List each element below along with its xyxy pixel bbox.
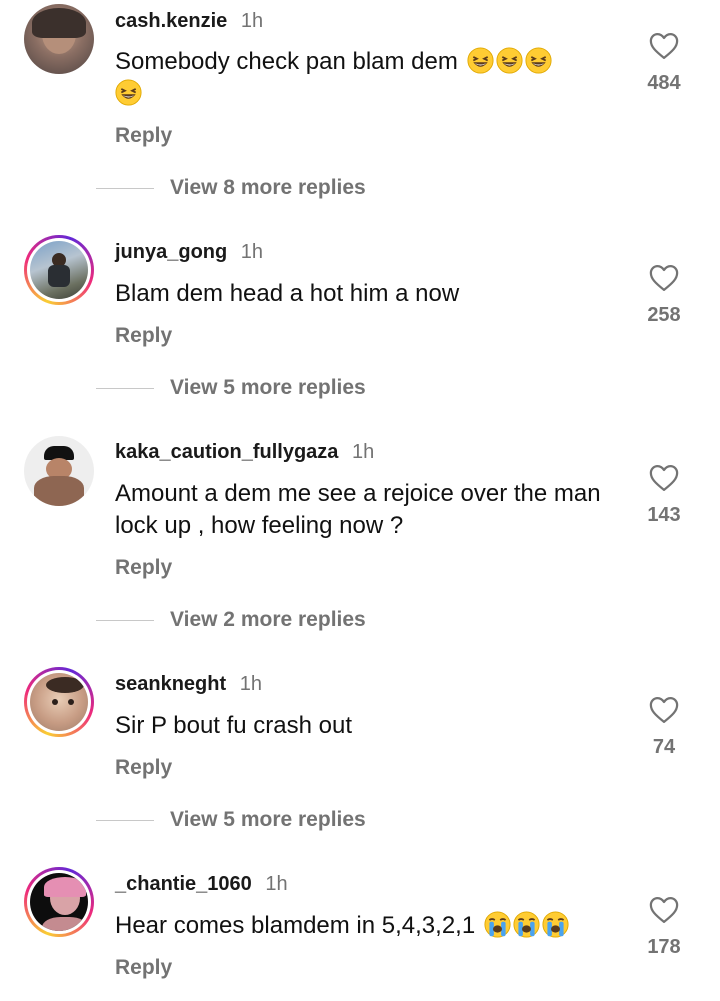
like-control: 484 [634,32,694,95]
comment-username[interactable]: cash.kenzie [115,10,227,32]
grinning-squint-emoji [466,47,494,74]
view-more-replies-label: View 8 more replies [170,176,366,199]
like-control: 178 [634,896,694,959]
divider [96,619,154,621]
grinning-squint-emoji [115,79,142,106]
comment-username[interactable]: kaka_caution_fullygaza [115,441,338,463]
comment-text: Amount a dem me see a rejoice over the m… [115,478,615,542]
comment-username[interactable]: junya_gong [115,241,227,263]
like-count: 484 [647,72,681,94]
heart-outline-icon[interactable] [649,464,679,492]
avatar[interactable] [24,235,94,305]
comment-time: 1h [265,873,288,895]
view-more-replies-label: View 5 more replies [170,808,366,831]
comment-body: Hear comes blamdem in 5,4,3,2,1 [115,912,476,939]
view-more-replies-label: View 5 more replies [170,376,366,399]
comment-body: Blam dem head a hot him a now [115,280,460,307]
divider [96,387,154,389]
heart-outline-icon[interactable] [649,32,679,60]
reply-button[interactable]: Reply [115,323,172,349]
comment-body: Sir P bout fu crash out [115,712,353,739]
comment-text: Blam dem head a hot him a now [115,278,615,310]
divider [96,187,154,189]
heart-outline-icon[interactable] [649,264,679,292]
like-count: 74 [652,736,676,758]
view-more-replies-button[interactable]: View 5 more replies [96,375,366,401]
reply-button[interactable]: Reply [115,123,172,149]
comment-time: 1h [239,673,262,695]
comment-text: Somebody check pan blam dem [115,46,615,110]
view-more-replies-label: View 2 more replies [170,608,366,631]
reply-button[interactable]: Reply [115,555,172,581]
avatar[interactable] [24,867,94,937]
like-control: 258 [634,264,694,327]
avatar[interactable] [24,436,94,506]
avatar[interactable] [24,4,94,74]
comment-username[interactable]: _chantie_1060 [115,873,252,895]
like-count: 258 [647,304,681,326]
like-count: 143 [647,504,681,526]
loudly-crying-emoji [542,911,569,938]
comment-body: Somebody check pan blam dem [115,48,458,75]
comment-text: Hear comes blamdem in 5,4,3,2,1 [115,910,615,942]
view-more-replies-button[interactable]: View 2 more replies [96,607,366,633]
view-more-replies-button[interactable]: View 8 more replies [96,175,366,201]
reply-button[interactable]: Reply [115,755,172,781]
reply-button[interactable]: Reply [115,955,172,981]
loudly-crying-emoji [484,911,511,938]
view-more-replies-button[interactable]: View 5 more replies [96,807,366,833]
grinning-squint-emoji [495,47,523,74]
comment-username[interactable]: seankneght [115,673,226,695]
heart-outline-icon[interactable] [649,696,679,724]
like-control: 74 [634,696,694,759]
like-control: 143 [634,464,694,527]
comment-time: 1h [352,441,375,463]
comment-body: Amount a dem me see a rejoice over the m… [115,480,601,539]
divider [96,819,154,821]
comment-time: 1h [240,10,264,32]
grinning-squint-emoji [524,47,552,74]
comment-text: Sir P bout fu crash out [115,710,615,742]
like-count: 178 [647,936,681,958]
heart-outline-icon[interactable] [649,896,679,924]
avatar[interactable] [24,667,94,737]
comment-time: 1h [240,241,264,263]
loudly-crying-emoji [513,911,540,938]
